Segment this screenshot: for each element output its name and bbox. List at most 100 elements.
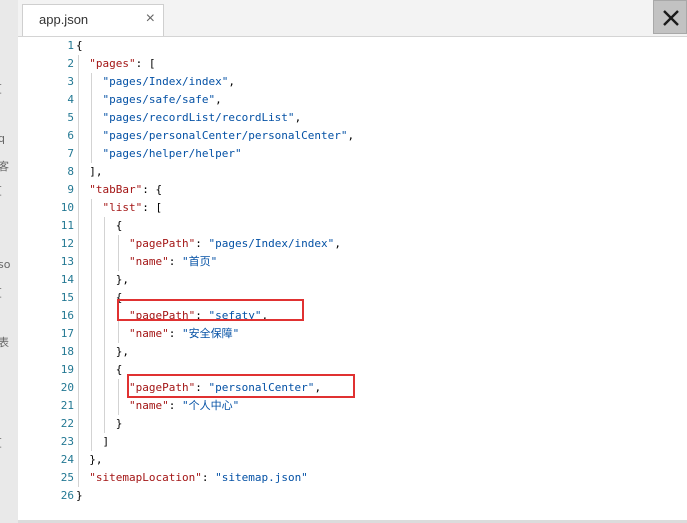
code-line[interactable]: "tabBar": { [76,181,162,199]
line-number: 16 [60,309,74,322]
json-punctuation: , [215,93,222,106]
clipped-panel-text: [ [0,436,2,449]
indent-guide [117,379,119,415]
line-number: 11 [60,219,74,232]
highlight-annotation-box [127,374,355,398]
json-punctuation [76,327,129,340]
code-line[interactable]: "name": "个人中心" [76,397,239,415]
json-punctuation [76,129,103,142]
line-number: 15 [60,291,74,304]
line-number: 14 [60,273,74,286]
code-line[interactable]: ], [76,163,103,181]
line-number: 1 [67,39,74,52]
json-punctuation: ], [76,165,103,178]
json-punctuation [76,237,129,250]
json-punctuation: { [76,219,123,232]
json-key: "sitemapLocation" [89,471,202,484]
json-punctuation: : [ [142,201,163,214]
code-line[interactable]: { [76,217,123,235]
code-line[interactable]: }, [76,271,129,289]
line-number: 10 [60,201,74,214]
line-number: 20 [60,381,74,394]
json-punctuation: , [347,129,355,142]
code-line[interactable]: "name": "首页" [76,253,217,271]
line-number: 8 [67,165,74,178]
json-punctuation: : [195,237,209,250]
json-punctuation: { [76,39,83,52]
line-number: 23 [60,435,74,448]
code-line[interactable]: "pages/helper/helper" [76,145,242,163]
json-punctuation [76,255,129,268]
indent-guide [117,235,119,271]
json-punctuation: : [168,399,182,412]
line-number: 13 [60,255,74,268]
code-line[interactable]: { [76,361,123,379]
line-number: 2 [67,57,74,70]
json-punctuation: : [168,327,182,340]
line-number: 6 [67,129,74,142]
code-line[interactable]: "pages/safe/safe", [76,91,222,109]
editor-tab-bar: app.json × [18,0,687,36]
json-key: "name" [128,399,169,412]
line-number: 25 [60,471,74,484]
json-punctuation: , [294,111,302,124]
code-line[interactable]: "pages/recordList/recordList", [76,109,302,127]
json-punctuation [76,93,103,106]
json-key: "list" [102,201,143,214]
json-punctuation: }, [76,453,103,466]
code-line[interactable]: { [76,289,123,307]
line-number: 17 [60,327,74,340]
json-punctuation: }, [76,273,129,286]
json-punctuation: : [ [135,57,156,70]
code-line[interactable]: } [76,415,123,433]
clipped-panel-text: 表 [0,336,9,349]
json-punctuation: }, [76,345,129,358]
json-punctuation: { [76,291,123,304]
line-number: 3 [67,75,74,88]
json-punctuation [76,75,103,88]
json-key: "name" [128,255,169,268]
json-string: "pages/helper/helper" [102,147,242,160]
indent-guide [91,73,93,163]
code-line[interactable]: "pages": [ [76,55,155,73]
json-punctuation: : [168,255,182,268]
line-number: 4 [67,93,74,106]
clipped-panel-text: 客 [0,160,9,173]
json-punctuation [76,399,129,412]
json-punctuation: } [76,417,123,430]
code-line[interactable]: "pages/personalCenter/personalCenter", [76,127,355,145]
line-number: 21 [60,399,74,412]
code-line[interactable]: } [76,487,83,505]
json-punctuation: ] [76,435,110,448]
indent-guide [91,199,93,451]
clipped-panel-text: so [0,258,11,271]
tab-app-json[interactable]: app.json × [22,4,164,36]
json-punctuation [76,201,103,214]
code-editor[interactable]: 1 2 3 4 5 6 7 8 9 10 11 12 13 14 15 16 17 18 19 20 21 22 23 24 2… [18,36,687,521]
json-string: "pages/recordList/recordList" [102,111,295,124]
line-number: 22 [60,417,74,430]
code-line[interactable]: "pagePath": "pages/Index/index", [76,235,341,253]
code-line[interactable]: }, [76,451,103,469]
code-line[interactable]: "pages/Index/index", [76,73,235,91]
json-string: "sitemap.json" [215,471,308,484]
code-line[interactable]: }, [76,343,129,361]
indent-guide [78,55,79,487]
line-number: 7 [67,147,74,160]
json-punctuation: { [76,363,123,376]
json-punctuation [76,381,129,394]
code-line[interactable]: ] [76,433,109,451]
window-close-button[interactable] [653,0,687,34]
tab-close-icon[interactable]: × [146,10,155,28]
json-punctuation: , [334,237,341,250]
code-line[interactable]: { [76,37,83,55]
clipped-panel-text: q [0,132,5,145]
json-string: "pages/safe/safe" [102,93,216,106]
json-string: "pages/Index/index" [102,75,229,88]
code-line[interactable]: "sitemapLocation": "sitemap.json" [76,469,308,487]
json-key: "pages" [89,57,136,70]
code-line[interactable]: "name": "安全保障" [76,325,239,343]
json-string: "pages/Index/index" [208,237,335,250]
json-punctuation [76,147,103,160]
code-line[interactable]: "list": [ [76,199,163,217]
